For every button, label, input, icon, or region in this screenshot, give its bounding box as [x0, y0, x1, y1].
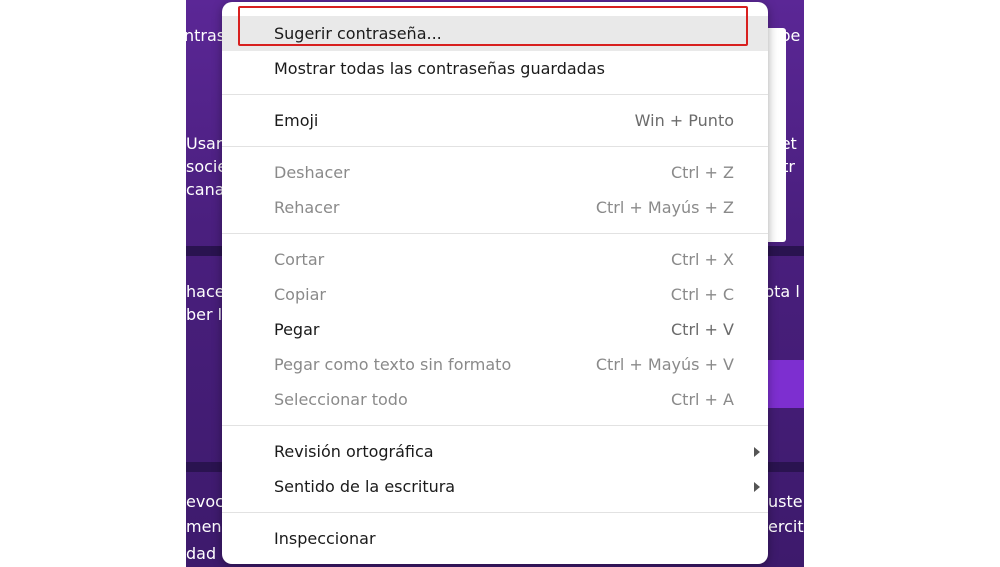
menu-item-spell-check[interactable]: Revisión ortográfica — [222, 434, 768, 469]
menu-item-redo[interactable]: Rehacer Ctrl + Mayús + Z — [222, 190, 768, 225]
menu-item-suggest-password[interactable]: Sugerir contraseña... — [222, 16, 768, 51]
menu-separator — [222, 233, 768, 234]
background-text: cana — [186, 180, 225, 199]
menu-item-emoji[interactable]: Emoji Win + Punto — [222, 103, 768, 138]
menu-item-shortcut: Win + Punto — [634, 111, 734, 130]
menu-item-shortcut: Ctrl + Mayús + Z — [595, 198, 734, 217]
menu-item-label: Deshacer — [274, 163, 350, 182]
menu-item-shortcut: Ctrl + Z — [670, 163, 734, 182]
menu-item-label: Pegar — [274, 320, 320, 339]
menu-separator — [222, 512, 768, 513]
menu-item-writing-direction[interactable]: Sentido de la escritura — [222, 469, 768, 504]
menu-item-shortcut: Ctrl + V — [671, 320, 734, 339]
menu-item-select-all[interactable]: Seleccionar todo Ctrl + A — [222, 382, 768, 417]
menu-item-label: Rehacer — [274, 198, 340, 217]
menu-item-label: Mostrar todas las contraseñas guardadas — [274, 59, 605, 78]
menu-item-label: Cortar — [274, 250, 325, 269]
background-text: ercit — [768, 517, 804, 536]
background-text: dad — [186, 544, 217, 563]
menu-item-label: Inspeccionar — [274, 529, 376, 548]
menu-item-inspect[interactable]: Inspeccionar — [222, 521, 768, 556]
background-card-edge — [768, 28, 786, 242]
menu-item-copy[interactable]: Copiar Ctrl + C — [222, 277, 768, 312]
menu-separator — [222, 146, 768, 147]
menu-item-shortcut: Ctrl + C — [670, 285, 734, 304]
menu-item-shortcut: Ctrl + Mayús + V — [595, 355, 734, 374]
context-menu: Sugerir contraseña... Mostrar todas las … — [222, 2, 768, 564]
menu-item-label: Sugerir contraseña... — [274, 24, 442, 43]
menu-item-label: Copiar — [274, 285, 326, 304]
menu-item-paste[interactable]: Pegar Ctrl + V — [222, 312, 768, 347]
background-text: uste — [768, 492, 803, 511]
menu-separator — [222, 425, 768, 426]
background-accent-bar — [768, 360, 804, 408]
menu-item-show-saved-passwords[interactable]: Mostrar todas las contraseñas guardadas — [222, 51, 768, 86]
menu-item-undo[interactable]: Deshacer Ctrl + Z — [222, 155, 768, 190]
chevron-right-icon — [754, 447, 760, 457]
menu-item-paste-plain-text[interactable]: Pegar como texto sin formato Ctrl + Mayú… — [222, 347, 768, 382]
menu-item-cut[interactable]: Cortar Ctrl + X — [222, 242, 768, 277]
menu-item-label: Seleccionar todo — [274, 390, 408, 409]
menu-item-label: Pegar como texto sin formato — [274, 355, 512, 374]
menu-item-label: Emoji — [274, 111, 319, 130]
menu-item-shortcut: Ctrl + X — [670, 250, 734, 269]
menu-separator — [222, 94, 768, 95]
menu-item-shortcut: Ctrl + A — [671, 390, 734, 409]
chevron-right-icon — [754, 482, 760, 492]
background-text: pta l — [764, 282, 800, 301]
menu-item-label: Revisión ortográfica — [274, 442, 434, 461]
menu-item-label: Sentido de la escritura — [274, 477, 456, 496]
background-text: hace — [186, 282, 225, 301]
